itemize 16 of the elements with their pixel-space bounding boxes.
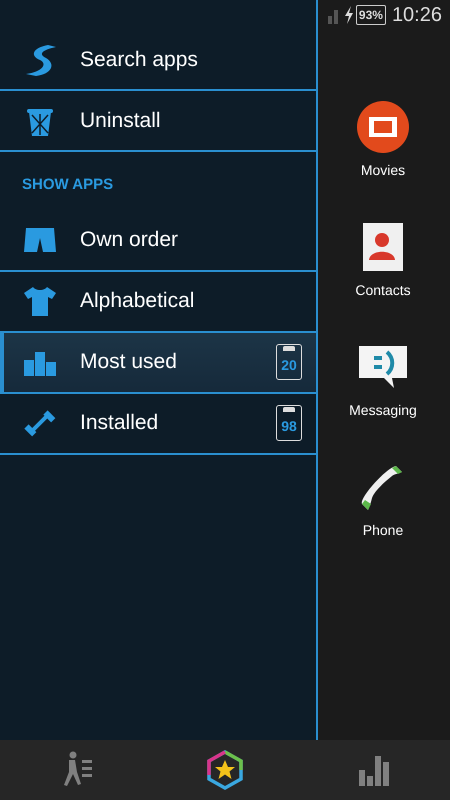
star-hexagon-icon[interactable]: [205, 750, 245, 790]
menu-item[interactable]: Installed 98: [0, 394, 316, 454]
count-badge: 20: [276, 344, 302, 380]
clock: 10:26: [392, 3, 442, 28]
menu-item[interactable]: Uninstall: [0, 91, 316, 152]
app-label[interactable]: Phone: [362, 520, 404, 541]
app-label[interactable]: Messaging: [349, 400, 417, 421]
battery-level: 93%: [356, 5, 386, 25]
menu-item[interactable]: Own order: [0, 210, 316, 272]
menu-item[interactable]: Search apps: [0, 30, 316, 91]
count-badge: 98: [276, 405, 302, 441]
menu-item[interactable]: Most used 20: [0, 332, 316, 394]
app-label[interactable]: Movies: [360, 160, 406, 181]
film-icon[interactable]: [356, 100, 410, 154]
section-header: SHOW APPS: [21, 175, 114, 195]
app-label[interactable]: Contacts: [355, 280, 411, 301]
